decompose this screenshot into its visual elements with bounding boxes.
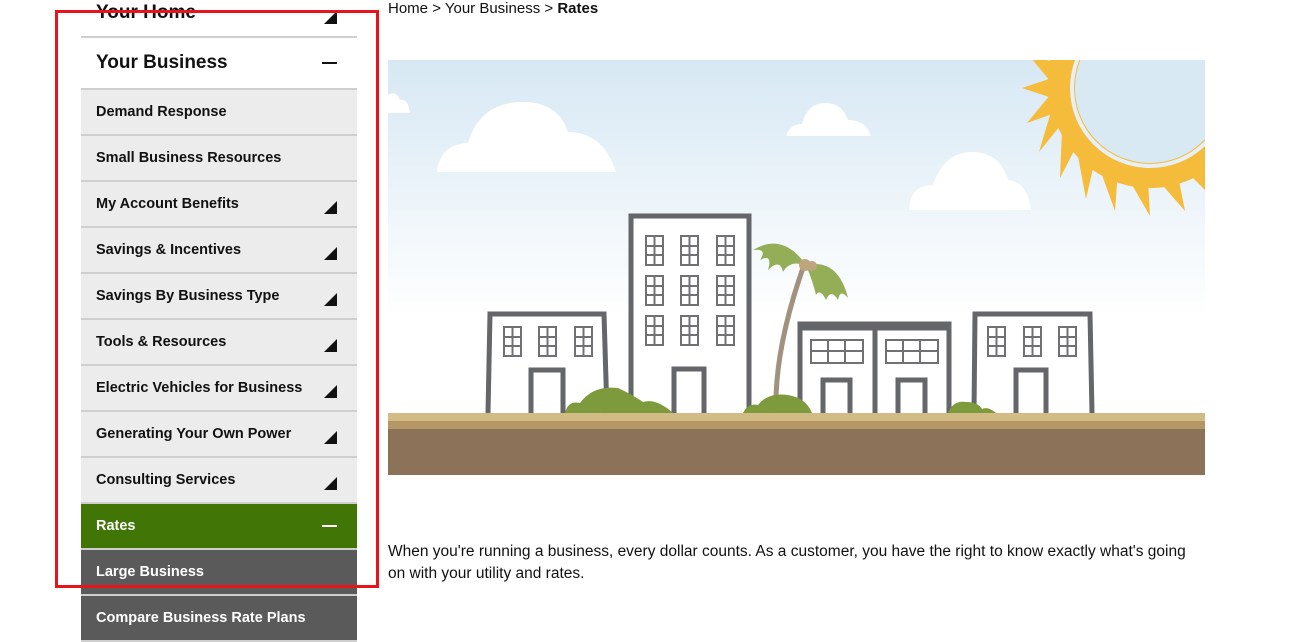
expand-triangle-icon[interactable] [324, 292, 337, 306]
nav-electric-vehicles[interactable]: Electric Vehicles for Business [81, 366, 357, 412]
nav-label: Tools & Resources [96, 334, 227, 350]
nav-label: Savings By Business Type [96, 288, 280, 304]
nav-small-business-resources[interactable]: Small Business Resources [81, 136, 357, 182]
expand-triangle-icon[interactable] [324, 430, 337, 444]
ground-top [388, 413, 1205, 421]
breadcrumb-your-business[interactable]: Your Business [445, 0, 540, 17]
breadcrumb-separator: > [544, 0, 554, 17]
nav-label: Electric Vehicles for Business [96, 380, 303, 396]
nav-tools-resources[interactable]: Tools & Resources [81, 320, 357, 366]
ground-mid [388, 421, 1205, 429]
breadcrumb-separator: > [432, 0, 441, 17]
nav-label: Compare Business Rate Plans [96, 610, 306, 626]
breadcrumb-current: Rates [557, 0, 599, 17]
intro-paragraph: When you're running a business, every do… [388, 542, 1186, 582]
nav-label: Large Business [96, 564, 204, 580]
hero-illustration [388, 60, 1205, 475]
breadcrumb-home[interactable]: Home [388, 0, 428, 17]
nav-large-business[interactable]: Large Business [81, 550, 357, 596]
nav-compare-rate-plans[interactable]: Compare Business Rate Plans [81, 596, 357, 642]
expand-triangle-icon[interactable] [324, 476, 337, 490]
nav-label: Consulting Services [96, 472, 236, 488]
nav-generating-own-power[interactable]: Generating Your Own Power [81, 412, 357, 458]
breadcrumb: Home > Your Business > Rates [388, 0, 598, 17]
nav-label: Savings & Incentives [96, 242, 242, 258]
collapse-minus-icon[interactable] [322, 525, 337, 527]
nav-label: Generating Your Own Power [96, 426, 292, 442]
nav-my-account-benefits[interactable]: My Account Benefits [81, 182, 357, 228]
nav-savings-incentives[interactable]: Savings & Incentives [81, 228, 357, 274]
nav-rates[interactable]: Rates [81, 504, 357, 550]
nav-label: Your Home [96, 2, 196, 23]
nav-label: Rates [96, 518, 136, 534]
nav-demand-response[interactable]: Demand Response [81, 90, 357, 136]
expand-triangle-icon[interactable] [324, 246, 337, 260]
nav-savings-by-business-type[interactable]: Savings By Business Type [81, 274, 357, 320]
collapse-minus-icon[interactable] [322, 62, 337, 64]
ground-soil [388, 429, 1205, 475]
expand-triangle-icon[interactable] [324, 384, 337, 398]
expand-triangle-icon[interactable] [324, 338, 337, 352]
expand-triangle-icon[interactable] [324, 200, 337, 214]
sidebar-nav: Your Home Your Business Demand Response … [81, 0, 357, 642]
nav-label: My Account Benefits [96, 196, 239, 212]
nav-your-home[interactable]: Your Home [81, 0, 357, 38]
nav-label: Demand Response [96, 104, 227, 120]
nav-consulting-services[interactable]: Consulting Services [81, 458, 357, 504]
nav-label: Small Business Resources [96, 150, 282, 166]
expand-triangle-icon[interactable] [324, 11, 337, 24]
nav-your-business[interactable]: Your Business [81, 38, 357, 90]
building [797, 321, 952, 413]
nav-label: Your Business [96, 52, 228, 73]
